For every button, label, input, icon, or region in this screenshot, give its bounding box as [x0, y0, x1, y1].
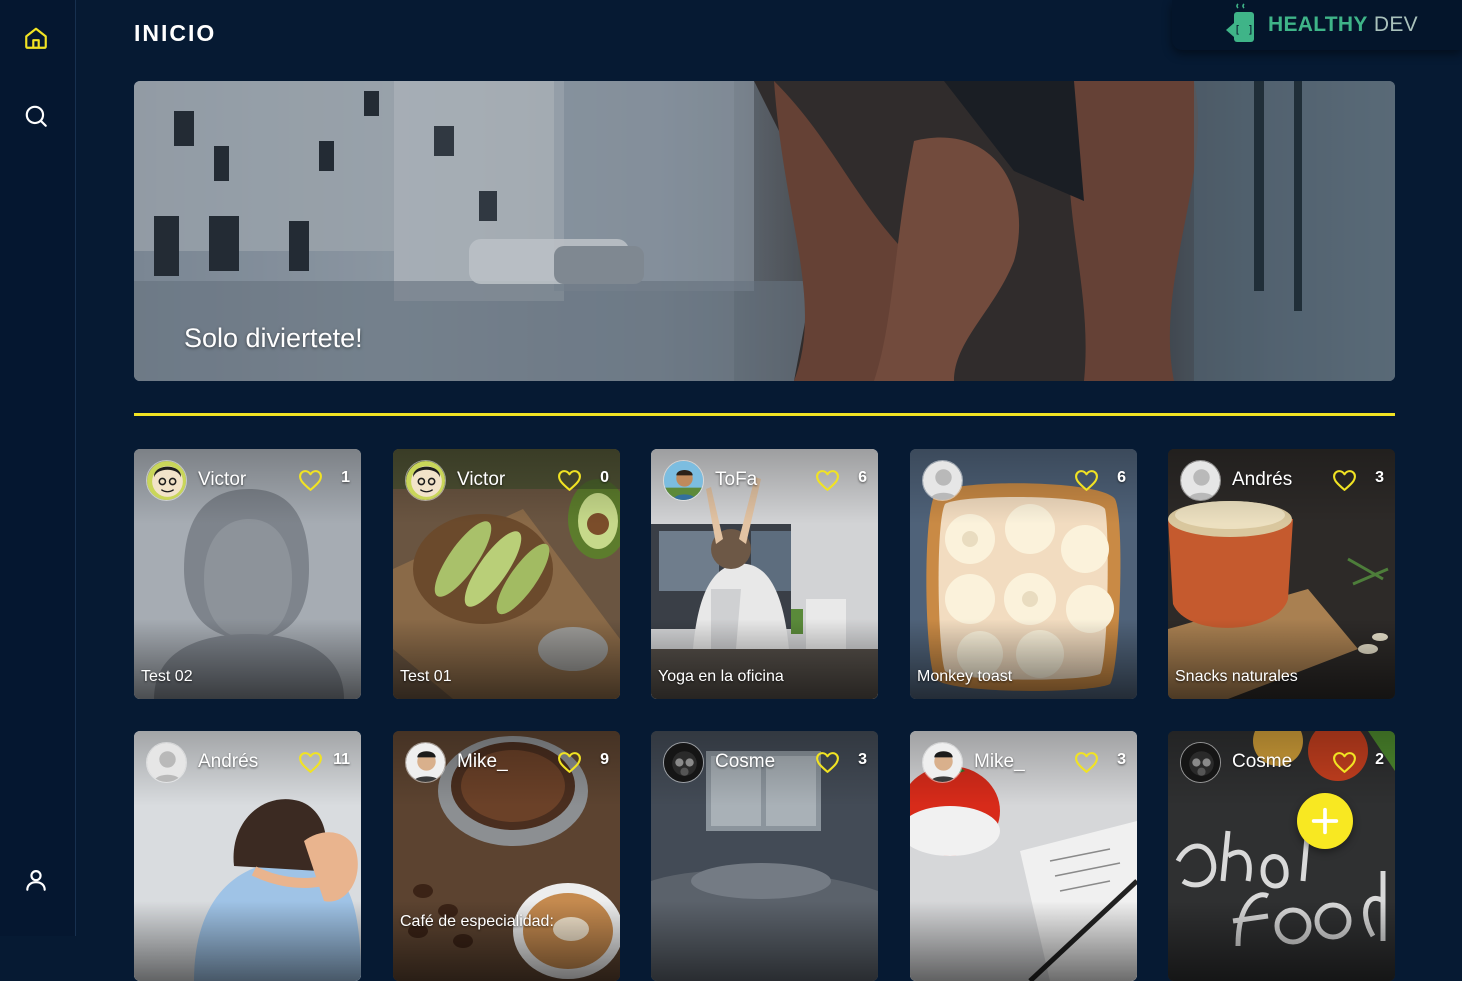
coffee-cup-code-icon: [ ] [1226, 3, 1254, 42]
author-name[interactable]: Cosme [715, 751, 775, 773]
post-title: Café de especialidad: [400, 913, 554, 930]
svg-text:[ ]: [ ] [1234, 23, 1254, 36]
post-card[interactable]: Andrés 3 Snacks naturales [1168, 449, 1395, 699]
heart-icon [1332, 751, 1356, 773]
post-title: Test 01 [400, 668, 452, 685]
author-avatar[interactable] [146, 460, 187, 501]
nav-profile-button[interactable] [19, 863, 53, 897]
nav-home-button[interactable] [19, 21, 53, 55]
author-avatar[interactable] [1180, 742, 1221, 783]
author-name[interactable]: ToFa [715, 469, 757, 491]
plus-icon [1311, 807, 1339, 835]
post-card[interactable]: Victor 1 Test 02 [134, 449, 361, 699]
author-name[interactable]: Victor [457, 469, 505, 491]
add-post-button[interactable] [1297, 793, 1353, 849]
like-count: 0 [600, 469, 609, 486]
heart-icon [1074, 751, 1098, 773]
like-button[interactable] [1331, 750, 1357, 774]
brand-word-healthy: HEALTHY [1268, 13, 1368, 36]
author-name[interactable]: Mike_ [974, 751, 1025, 773]
author-avatar[interactable] [663, 460, 704, 501]
author-name[interactable]: Mike_ [457, 751, 508, 773]
main-content: INICIO [ ] HEALTHY DEV Solo diviertete! … [76, 0, 1462, 981]
brand-name: HEALTHY DEV [1268, 13, 1418, 37]
post-card[interactable]: Cosme 2 [1168, 731, 1395, 981]
like-button[interactable] [297, 468, 323, 492]
like-button[interactable] [556, 468, 582, 492]
brand-word-dev: DEV [1367, 13, 1418, 36]
like-count: 6 [1117, 469, 1126, 486]
post-card[interactable]: Andrés 11 [134, 731, 361, 981]
like-count: 1 [341, 469, 350, 486]
like-button[interactable] [1331, 468, 1357, 492]
like-button[interactable] [556, 750, 582, 774]
heart-icon [1074, 469, 1098, 491]
post-title: Snacks naturales [1175, 668, 1298, 685]
section-divider [134, 413, 1395, 416]
like-button[interactable] [1073, 468, 1099, 492]
post-title: Yoga en la oficina [658, 668, 784, 685]
post-card[interactable]: Cosme 3 [651, 731, 878, 981]
author-avatar[interactable] [1180, 460, 1221, 501]
like-button[interactable] [1073, 750, 1099, 774]
post-card[interactable]: Mike_ 3 [910, 731, 1137, 981]
nav-search-button[interactable] [19, 99, 53, 133]
post-card[interactable]: Mike_ 9 Café de especialidad: [393, 731, 620, 981]
like-button[interactable] [814, 468, 840, 492]
heart-icon [557, 469, 581, 491]
sidebar [0, 0, 76, 936]
like-count: 6 [858, 469, 867, 486]
like-count: 11 [333, 751, 350, 768]
author-name[interactable]: Victor [198, 469, 246, 491]
author-name[interactable]: Cosme [1232, 751, 1292, 773]
post-title: Monkey toast [917, 668, 1013, 685]
author-name[interactable]: Andrés [1232, 469, 1292, 491]
like-count: 3 [858, 751, 867, 768]
like-count: 3 [1375, 469, 1384, 486]
like-button[interactable] [814, 750, 840, 774]
home-icon [25, 27, 47, 49]
heart-icon [815, 751, 839, 773]
heart-icon [298, 751, 322, 773]
author-avatar[interactable] [405, 460, 446, 501]
hero-caption: Solo diviertete! [184, 323, 363, 353]
author-avatar[interactable] [663, 742, 704, 783]
page-title: INICIO [134, 20, 217, 46]
user-icon [26, 870, 46, 891]
author-avatar[interactable] [922, 742, 963, 783]
author-name[interactable]: Andrés [198, 751, 258, 773]
hero-banner[interactable]: Solo diviertete! [134, 81, 1395, 381]
heart-icon [298, 469, 322, 491]
author-avatar[interactable] [405, 742, 446, 783]
post-title: Test 02 [141, 668, 193, 685]
search-icon [25, 105, 47, 127]
like-count: 9 [600, 751, 609, 768]
heart-icon [815, 469, 839, 491]
post-card[interactable]: 6 Monkey toast [910, 449, 1137, 699]
heart-icon [557, 751, 581, 773]
like-count: 3 [1117, 751, 1126, 768]
author-avatar[interactable] [146, 742, 187, 783]
post-card[interactable]: Victor 0 Test 01 [393, 449, 620, 699]
like-count: 2 [1375, 751, 1384, 768]
author-avatar[interactable] [922, 460, 963, 501]
heart-icon [1332, 469, 1356, 491]
post-card[interactable]: ToFa 6 Yoga en la oficina [651, 449, 878, 699]
brand-header[interactable]: [ ] HEALTHY DEV [1172, 0, 1462, 50]
like-button[interactable] [297, 750, 323, 774]
